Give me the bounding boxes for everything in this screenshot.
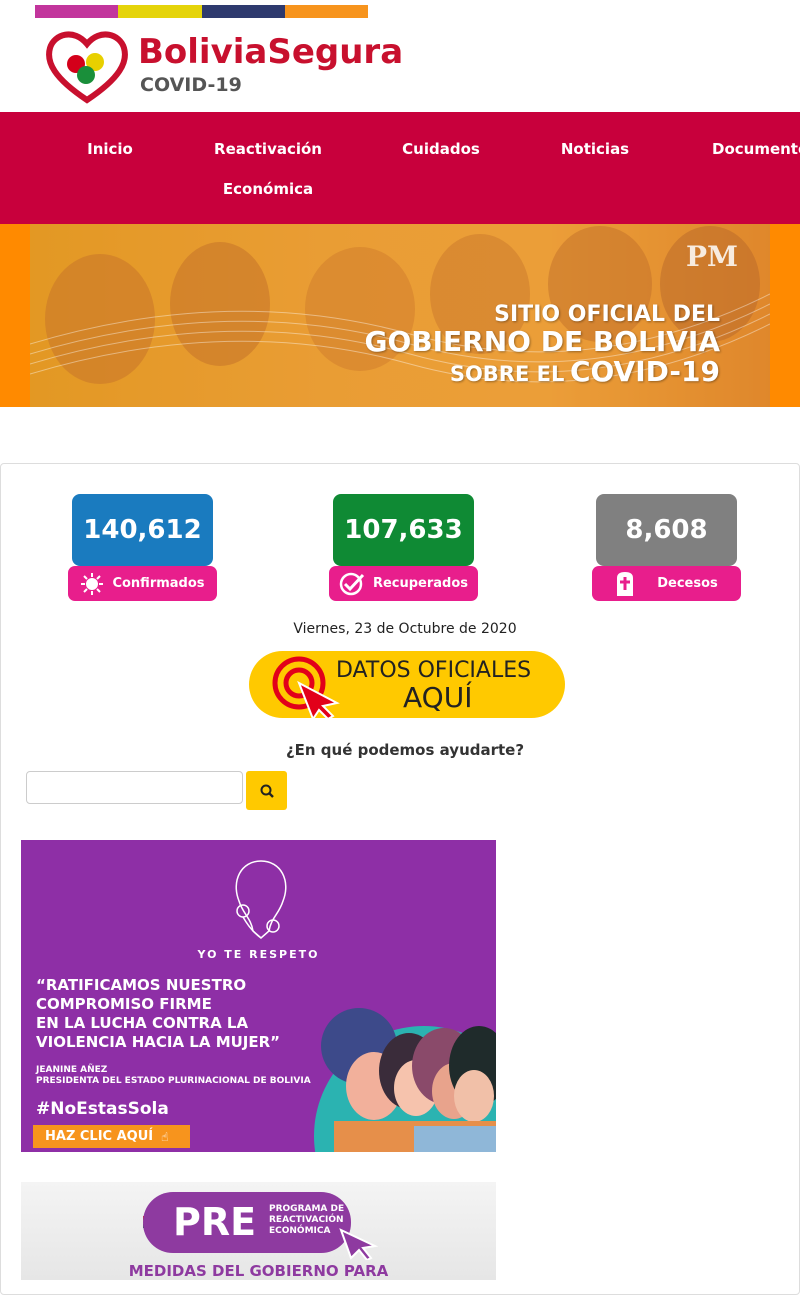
promo1-quote: “RATIFICAMOS NUESTRO COMPROMISO FIRME EN… bbox=[36, 976, 280, 1052]
promo-yo-te-respeto[interactable]: YO TE RESPETO “RATIFICAMOS NUESTRO COMPR… bbox=[21, 840, 496, 1152]
promo1-quote-line4: VIOLENCIA HACIA LA MUJER” bbox=[36, 1033, 281, 1051]
pre-desc-line3: ECONÓMICA bbox=[269, 1226, 331, 1236]
stat-recuperados-value: 107,633 bbox=[333, 494, 474, 566]
pointer-hand-icon: ☝ bbox=[161, 1129, 169, 1144]
stat-confirmados-value: 140,612 bbox=[72, 494, 213, 566]
nav-reactivacion[interactable]: Reactivación Económica bbox=[208, 140, 328, 198]
promo1-author-role: PRESIDENTA DEL ESTADO PLURINACIONAL DE B… bbox=[36, 1076, 311, 1086]
cross-icon bbox=[617, 571, 634, 596]
datos-oficiales-button[interactable]: DATOS OFICIALES AQUÍ bbox=[249, 651, 565, 719]
promo2-headline: MEDIDAS DEL GOBIERNO PARA bbox=[128, 1262, 389, 1280]
virus-icon bbox=[81, 572, 104, 595]
nav-cuidados[interactable]: Cuidados bbox=[396, 140, 486, 158]
women-illustration bbox=[314, 1008, 496, 1152]
banner-line2: GOBIERNO DE BOLIVIA bbox=[364, 325, 721, 358]
promo1-cta-text: HAZ CLIC AQUÍ bbox=[45, 1129, 154, 1144]
stat-recuperados-label: Recuperados bbox=[329, 566, 478, 601]
pre-badge-desc: PROGRAMA DE REACTIVACIÓN ECONÓMICA bbox=[269, 1204, 344, 1237]
stat-decesos-label: Decesos bbox=[592, 566, 741, 601]
nav-reactivacion-line2: Económica bbox=[222, 180, 314, 198]
stat-decesos-value: 8,608 bbox=[596, 494, 737, 566]
stat-confirmados-text: Confirmados bbox=[112, 576, 205, 591]
hero-banner[interactable]: PM SITIO OFICIAL DEL GOBIERNO DE BOLIVIA… bbox=[30, 224, 770, 407]
promo1-quote-line1: “RATIFICAMOS NUESTRO bbox=[36, 976, 247, 994]
woman-flower-icon bbox=[235, 860, 287, 939]
check-icon bbox=[339, 572, 365, 595]
logo-title[interactable]: BoliviaSegura bbox=[138, 32, 403, 72]
stat-recuperados-text: Recuperados bbox=[372, 576, 469, 591]
search-input[interactable] bbox=[26, 771, 243, 804]
promo1-author: JEANINE AÑEZ bbox=[36, 1065, 108, 1075]
promo-reactivacion[interactable]: PRE PROGRAMA DE REACTIVACIÓN ECONÓMICA M… bbox=[21, 1182, 496, 1280]
banner-line3b: COVID-19 bbox=[569, 355, 720, 388]
promo1-tag: YO TE RESPETO bbox=[197, 948, 320, 961]
datos-oficiales-line2: AQUÍ bbox=[403, 681, 473, 714]
nav-inicio[interactable]: Inicio bbox=[80, 140, 140, 158]
stat-confirmados-label: Confirmados bbox=[68, 566, 217, 601]
site-header: BoliviaSegura COVID-19 bbox=[0, 0, 800, 112]
banner-line3a: SOBRE EL bbox=[449, 362, 565, 386]
pre-badge: PRE PROGRAMA DE REACTIVACIÓN ECONÓMICA bbox=[143, 1192, 351, 1253]
promo1-cta-button[interactable]: HAZ CLIC AQUÍ ☝ bbox=[33, 1125, 190, 1148]
cursor-arrow-icon bbox=[339, 1228, 379, 1260]
pre-badge-text: PRE bbox=[173, 1200, 257, 1244]
banner-line3: SOBRE EL COVID-19 bbox=[450, 355, 720, 388]
logo-subtitle: COVID-19 bbox=[140, 74, 242, 96]
search-icon bbox=[260, 784, 274, 798]
banner-badge: PM bbox=[686, 240, 739, 273]
main-nav: Inicio Reactivación Económica Cuidados N… bbox=[0, 112, 800, 224]
nav-reactivacion-line1: Reactivación bbox=[214, 140, 322, 158]
promo1-quote-line3: EN LA LUCHA CONTRA LA bbox=[36, 1014, 249, 1032]
heart-logo-icon[interactable] bbox=[44, 26, 130, 106]
click-cursor-icon bbox=[272, 656, 340, 719]
banner-line1: SITIO OFICIAL DEL bbox=[494, 302, 720, 327]
nav-noticias[interactable]: Noticias bbox=[555, 140, 635, 158]
flag-colorbar bbox=[35, 5, 368, 18]
promo1-quote-line2: COMPROMISO FIRME bbox=[36, 995, 212, 1013]
nav-documentos[interactable]: Documentos bbox=[712, 140, 800, 158]
pre-desc-line1: PROGRAMA DE bbox=[269, 1204, 345, 1214]
datos-oficiales-line1: DATOS OFICIALES bbox=[336, 658, 532, 683]
stat-decesos-text: Decesos bbox=[657, 576, 718, 591]
date-text: Viernes, 23 de Octubre de 2020 bbox=[293, 621, 517, 637]
hero-banner-frame: PM SITIO OFICIAL DEL GOBIERNO DE BOLIVIA… bbox=[0, 224, 800, 407]
promo1-hashtag: #NoEstasSola bbox=[36, 1099, 169, 1119]
help-prompt: ¿En qué podemos ayudarte? bbox=[285, 741, 525, 759]
pre-desc-line2: REACTIVACIÓN bbox=[269, 1215, 344, 1225]
search-button[interactable] bbox=[246, 771, 287, 810]
